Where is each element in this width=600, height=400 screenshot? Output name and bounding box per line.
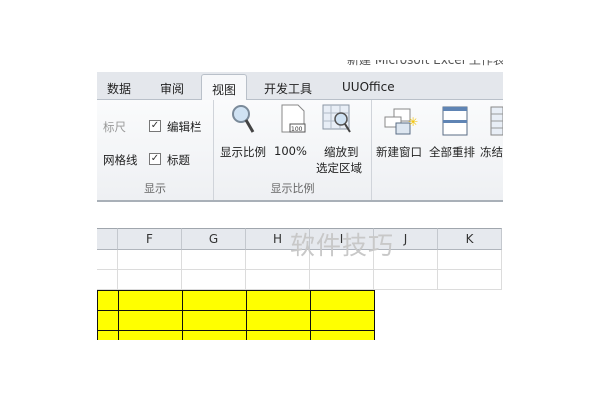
show-group: 标尺 ✓ 编辑栏 网格线 ✓ 标题 显示 xyxy=(97,100,214,200)
cell[interactable] xyxy=(118,270,182,290)
formula-bar-label: 编辑栏 xyxy=(167,120,202,134)
title-bar: 新建 Microsoft Excel 工作表 xyxy=(97,60,503,72)
cell[interactable] xyxy=(182,330,247,340)
cell[interactable] xyxy=(310,270,374,290)
cell[interactable] xyxy=(246,330,311,340)
zoom-to-selection-line1[interactable]: 缩放到 xyxy=(324,144,359,160)
column-header-e[interactable] xyxy=(97,228,118,250)
cell[interactable] xyxy=(246,290,311,311)
cell[interactable] xyxy=(438,270,502,290)
zoom-to-selection-icon xyxy=(322,104,351,133)
cell[interactable] xyxy=(182,250,246,270)
window-group: ✳ 新建窗口 全部重排 冻结 xyxy=(372,100,503,200)
arrange-all-icon xyxy=(442,106,468,136)
cell[interactable] xyxy=(310,310,375,331)
excel-window: 新建 Microsoft Excel 工作表 数据 审阅 视图 开发工具 UUO… xyxy=(97,60,503,340)
column-header-g[interactable]: G xyxy=(182,228,246,250)
zoom-group: 显示比例 100 100% 缩放到 选定区域 显示比例 xyxy=(214,100,372,200)
cell[interactable] xyxy=(438,250,502,270)
arrange-all-button[interactable]: 全部重排 xyxy=(429,144,475,160)
cell[interactable] xyxy=(182,290,247,311)
cell[interactable] xyxy=(97,290,119,311)
cell[interactable] xyxy=(182,270,246,290)
cell[interactable] xyxy=(118,290,183,311)
cell[interactable] xyxy=(97,310,119,331)
ribbon-tabs: 数据 审阅 视图 开发工具 UUOffice xyxy=(97,72,503,101)
tab-review[interactable]: 审阅 xyxy=(160,80,184,97)
cell[interactable] xyxy=(246,310,311,331)
zoom-button[interactable]: 显示比例 xyxy=(220,144,266,160)
tab-data[interactable]: 数据 xyxy=(107,80,131,97)
zoom-to-selection-line2[interactable]: 选定区域 xyxy=(316,160,362,176)
cell[interactable] xyxy=(374,270,438,290)
ribbon: 标尺 ✓ 编辑栏 网格线 ✓ 标题 显示 显示比例 100 100% 缩放到 选… xyxy=(97,100,503,202)
freeze-panes-icon xyxy=(490,106,503,136)
gridlines-label[interactable]: 网格线 xyxy=(103,152,138,168)
headings-checkbox[interactable]: ✓ xyxy=(149,153,161,165)
headings-label: 标题 xyxy=(167,153,190,167)
cell[interactable] xyxy=(310,290,375,311)
window-title: 新建 Microsoft Excel 工作表 xyxy=(347,60,503,67)
ruler-checkbox[interactable]: 标尺 xyxy=(103,119,126,135)
cell[interactable] xyxy=(97,270,118,290)
column-header-f[interactable]: F xyxy=(118,228,182,250)
cell[interactable] xyxy=(97,250,118,270)
column-header-k[interactable]: K xyxy=(438,228,502,250)
cell[interactable] xyxy=(118,250,182,270)
cell[interactable] xyxy=(310,330,375,340)
tab-uuoffice[interactable]: UUOffice xyxy=(342,80,395,94)
magnifier-icon xyxy=(232,105,255,133)
zoom-100-button[interactable]: 100% xyxy=(274,144,307,158)
cell[interactable] xyxy=(118,310,183,331)
zoom-100-icon: 100 xyxy=(281,104,306,133)
formula-bar-checkbox[interactable]: ✓ xyxy=(149,120,161,132)
cell[interactable] xyxy=(246,270,310,290)
watermark: 软件技巧 xyxy=(290,231,395,260)
cell[interactable] xyxy=(118,330,183,340)
zoom-group-label: 显示比例 xyxy=(270,182,315,195)
tab-developer[interactable]: 开发工具 xyxy=(264,80,312,97)
cell[interactable] xyxy=(182,310,247,331)
tab-view[interactable]: 视图 xyxy=(201,74,248,101)
freeze-panes-button[interactable]: 冻结 xyxy=(480,144,503,160)
svg-text:✳: ✳ xyxy=(408,115,418,129)
cell[interactable] xyxy=(97,330,119,340)
new-window-button[interactable]: 新建窗口 xyxy=(376,144,422,160)
show-group-label: 显示 xyxy=(144,182,166,195)
svg-text:100: 100 xyxy=(291,126,303,133)
new-window-icon: ✳ xyxy=(384,108,418,135)
